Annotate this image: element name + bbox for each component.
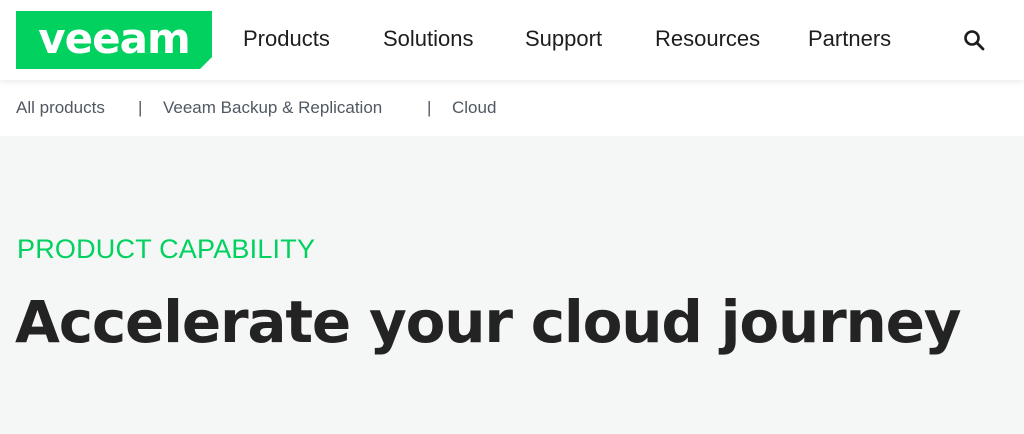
nav-item-products[interactable]: Products [243,26,330,52]
search-icon[interactable] [962,28,986,52]
nav-item-support[interactable]: Support [525,26,602,52]
nav-item-solutions[interactable]: Solutions [383,26,474,52]
veeam-logo[interactable]: veeam [16,11,212,69]
nav-item-resources[interactable]: Resources [655,26,760,52]
breadcrumb-backup-replication[interactable]: Veeam Backup & Replication [163,98,382,118]
breadcrumb-separator: | [427,98,432,117]
hero-headline: Accelerate your cloud journey [15,288,962,356]
nav-item-partners[interactable]: Partners [808,26,891,52]
breadcrumb-cloud: Cloud [452,98,497,117]
breadcrumb-all-products[interactable]: All products [16,98,105,118]
logo-text: veeam [38,13,190,63]
site-header: veeam Products Solutions Support Resourc… [0,0,1024,80]
hero-section: PRODUCT CAPABILITY Accelerate your cloud… [0,136,1024,434]
breadcrumb: All products | Veeam Backup & Replicatio… [0,80,1024,136]
breadcrumb-separator: | [138,98,143,117]
hero-eyebrow: PRODUCT CAPABILITY [17,234,316,264]
